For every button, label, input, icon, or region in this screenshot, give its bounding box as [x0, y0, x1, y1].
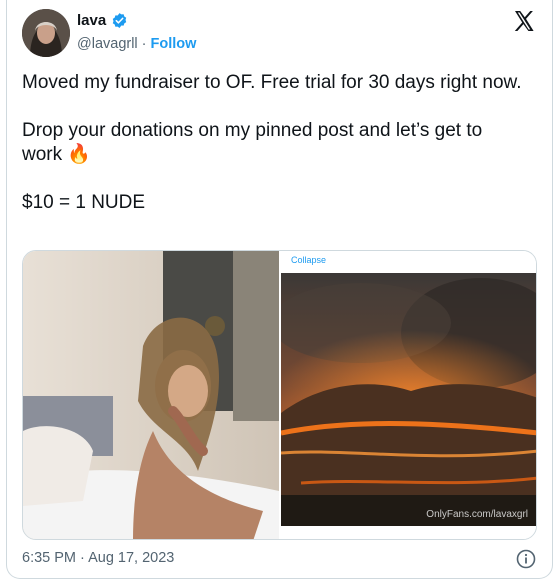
- user-handle[interactable]: @lavagrll: [77, 36, 138, 52]
- follow-button[interactable]: Follow: [151, 36, 197, 52]
- quoted-media-pane: Collapse OnlyFans.com/lavaxgrl: [281, 251, 536, 539]
- tweet-text: Moved my fundraiser to OF. Free trial fo…: [22, 71, 522, 215]
- photo-left[interactable]: [23, 251, 279, 539]
- tweet-line-1: Moved my fundraiser to OF. Free trial fo…: [22, 72, 522, 93]
- media-container[interactable]: Collapse OnlyFans.com/lavaxgrl: [22, 250, 537, 540]
- tweet-line-3: $10 = 1 NUDE: [22, 192, 146, 213]
- handle-row: @lavagrll · Follow: [77, 36, 196, 52]
- collapse-link[interactable]: Collapse: [291, 255, 326, 265]
- tweet-timestamp[interactable]: 6:35 PM · Aug 17, 2023: [22, 550, 174, 566]
- wildfire-image[interactable]: OnlyFans.com/lavaxgrl: [281, 273, 536, 526]
- separator: ·: [141, 36, 147, 52]
- display-name[interactable]: lava: [77, 12, 106, 29]
- x-logo-icon[interactable]: [512, 9, 536, 33]
- info-icon[interactable]: [516, 549, 536, 569]
- user-name-row: lava: [77, 12, 128, 29]
- verified-badge-icon: [112, 13, 127, 28]
- image-watermark: OnlyFans.com/lavaxgrl: [426, 509, 528, 520]
- avatar[interactable]: [22, 9, 70, 57]
- tweet-line-2: Drop your donations on my pinned post an…: [22, 120, 483, 165]
